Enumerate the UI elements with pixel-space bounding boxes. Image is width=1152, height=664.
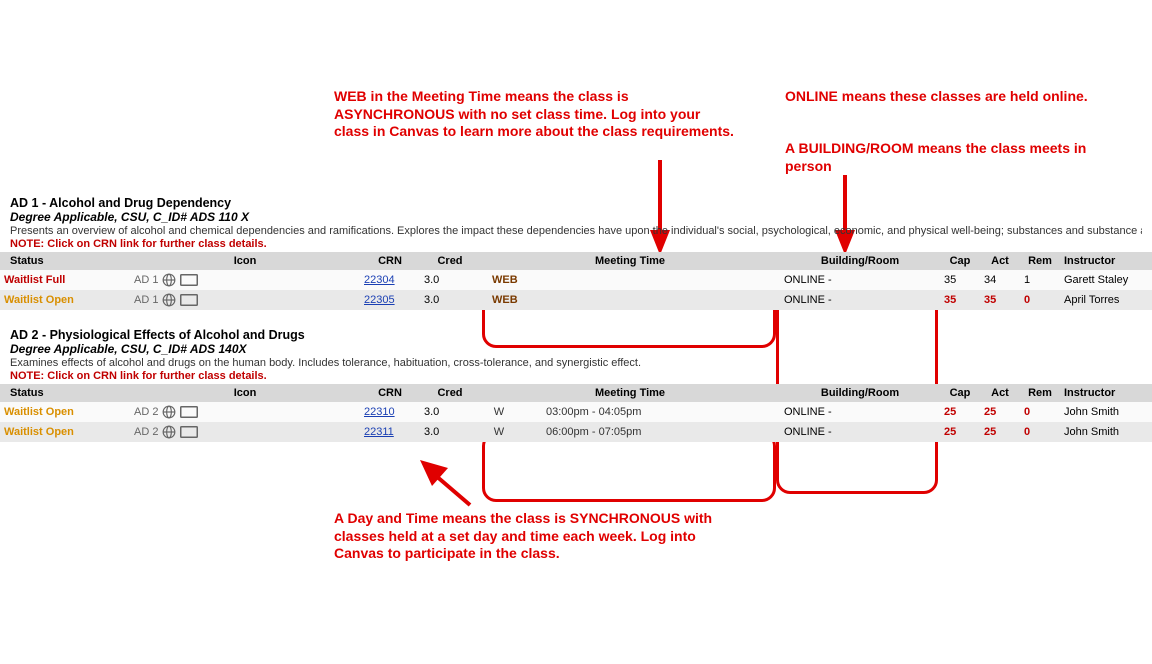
course-subtitle: Degree Applicable, CSU, C_ID# ADS 110 X xyxy=(10,210,1142,224)
annotation-web-async: WEB in the Meeting Time means the class … xyxy=(334,88,734,141)
schedule-table: StatusIconCRNCredMeeting TimeBuilding/Ro… xyxy=(0,384,1152,442)
table-header-row: StatusIconCRNCredMeeting TimeBuilding/Ro… xyxy=(0,252,1152,270)
meeting-time: 06:00pm - 07:05pm xyxy=(546,426,641,438)
globe-icon xyxy=(162,406,197,418)
col-rem: Rem xyxy=(1020,252,1060,270)
course-title: AD 1 - Alcohol and Drug Dependency xyxy=(10,196,1142,210)
col-act: Act xyxy=(980,252,1020,270)
status-cell: Waitlist Open xyxy=(0,402,130,422)
building-cell: ONLINE - xyxy=(780,402,940,422)
col-cred: Cred xyxy=(420,252,480,270)
act-cell: 35 xyxy=(980,290,1020,310)
col-cred: Cred xyxy=(420,384,480,402)
col-act: Act xyxy=(980,384,1020,402)
status-cell: Waitlist Full xyxy=(0,270,130,290)
col-instructor: Instructor xyxy=(1060,252,1152,270)
meeting-cell: WEB xyxy=(480,290,780,310)
col-rem: Rem xyxy=(1020,384,1060,402)
course-block: AD 1 - Alcohol and Drug DependencyDegree… xyxy=(0,192,1152,252)
meeting-time: 03:00pm - 04:05pm xyxy=(546,406,641,418)
icon-cell: AD 2 xyxy=(130,422,360,442)
table-row: Waitlist OpenAD 2 223113.0 W 06:00pm - 07:… xyxy=(0,422,1152,442)
instructor-cell: John Smith xyxy=(1060,422,1152,442)
course-title: AD 2 - Physiological Effects of Alcohol … xyxy=(10,328,1142,342)
col-instructor: Instructor xyxy=(1060,384,1152,402)
annotation-online: ONLINE means these classes are held onli… xyxy=(785,88,1105,106)
crn-cell[interactable]: 22310 xyxy=(360,402,420,422)
globe-icon xyxy=(162,426,197,438)
col-meeting: Meeting Time xyxy=(480,384,780,402)
col-crn: CRN xyxy=(360,252,420,270)
meeting-cell: WEB xyxy=(480,270,780,290)
crn-note: NOTE: Click on CRN link for further clas… xyxy=(10,238,1142,250)
cap-cell: 25 xyxy=(940,422,980,442)
rem-cell: 0 xyxy=(1020,422,1060,442)
cap-cell: 35 xyxy=(940,290,980,310)
table-row: Waitlist OpenAD 1 223053.0WEBONLINE -353… xyxy=(0,290,1152,310)
status-cell: Waitlist Open xyxy=(0,422,130,442)
meeting-web: WEB xyxy=(492,274,518,286)
status-cell: Waitlist Open xyxy=(0,290,130,310)
building-cell: ONLINE - xyxy=(780,290,940,310)
crn-note: NOTE: Click on CRN link for further clas… xyxy=(10,370,1142,382)
col-crn: CRN xyxy=(360,384,420,402)
annotation-sync: A Day and Time means the class is SYNCHR… xyxy=(334,510,734,563)
col-meeting: Meeting Time xyxy=(480,252,780,270)
cap-cell: 25 xyxy=(940,402,980,422)
col-icon: Icon xyxy=(130,384,360,402)
icon-cell: AD 1 xyxy=(130,270,360,290)
col-cap: Cap xyxy=(940,252,980,270)
crn-cell[interactable]: 22304 xyxy=(360,270,420,290)
course-description: Presents an overview of alcohol and chem… xyxy=(10,225,1142,237)
icon-cell: AD 1 xyxy=(130,290,360,310)
instructor-cell: Garett Staley xyxy=(1060,270,1152,290)
cred-cell: 3.0 xyxy=(420,290,480,310)
rem-cell: 0 xyxy=(1020,402,1060,422)
crn-cell[interactable]: 22311 xyxy=(360,422,420,442)
cred-cell: 3.0 xyxy=(420,270,480,290)
rem-cell: 1 xyxy=(1020,270,1060,290)
building-cell: ONLINE - xyxy=(780,270,940,290)
course-block: AD 2 - Physiological Effects of Alcohol … xyxy=(0,324,1152,384)
table-row: Waitlist OpenAD 2 223103.0 W 03:00pm - 04:… xyxy=(0,402,1152,422)
instructor-cell: John Smith xyxy=(1060,402,1152,422)
icon-cell: AD 2 xyxy=(130,402,360,422)
arrow-up-left-icon xyxy=(420,460,480,515)
cred-cell: 3.0 xyxy=(420,402,480,422)
col-status: Status xyxy=(0,384,130,402)
meeting-web: WEB xyxy=(492,294,518,306)
cap-cell: 35 xyxy=(940,270,980,290)
instructor-cell: April Torres xyxy=(1060,290,1152,310)
building-cell: ONLINE - xyxy=(780,422,940,442)
col-icon: Icon xyxy=(130,252,360,270)
course-subtitle: Degree Applicable, CSU, C_ID# ADS 140X xyxy=(10,342,1142,356)
schedule-table: StatusIconCRNCredMeeting TimeBuilding/Ro… xyxy=(0,252,1152,310)
cred-cell: 3.0 xyxy=(420,422,480,442)
col-cap: Cap xyxy=(940,384,980,402)
highlight-meeting-time-2 xyxy=(482,432,776,502)
table-header-row: StatusIconCRNCredMeeting TimeBuilding/Ro… xyxy=(0,384,1152,402)
annotation-building: A BUILDING/ROOM means the class meets in… xyxy=(785,140,1105,175)
meeting-day: W xyxy=(492,426,506,438)
act-cell: 25 xyxy=(980,422,1020,442)
col-building: Building/Room xyxy=(780,384,940,402)
schedule-area: AD 1 - Alcohol and Drug DependencyDegree… xyxy=(0,192,1152,442)
crn-cell[interactable]: 22305 xyxy=(360,290,420,310)
act-cell: 34 xyxy=(980,270,1020,290)
rem-cell: 0 xyxy=(1020,290,1060,310)
meeting-cell: W 06:00pm - 07:05pm xyxy=(480,422,780,442)
meeting-cell: W 03:00pm - 04:05pm xyxy=(480,402,780,422)
globe-icon xyxy=(162,294,197,306)
col-building: Building/Room xyxy=(780,252,940,270)
table-row: Waitlist FullAD 1 223043.0 WEB ONLINE -353… xyxy=(0,270,1152,290)
course-description: Examines effects of alcohol and drugs on… xyxy=(10,357,1142,369)
col-status: Status xyxy=(0,252,130,270)
meeting-day: W xyxy=(492,406,506,418)
act-cell: 25 xyxy=(980,402,1020,422)
globe-icon xyxy=(162,274,197,286)
